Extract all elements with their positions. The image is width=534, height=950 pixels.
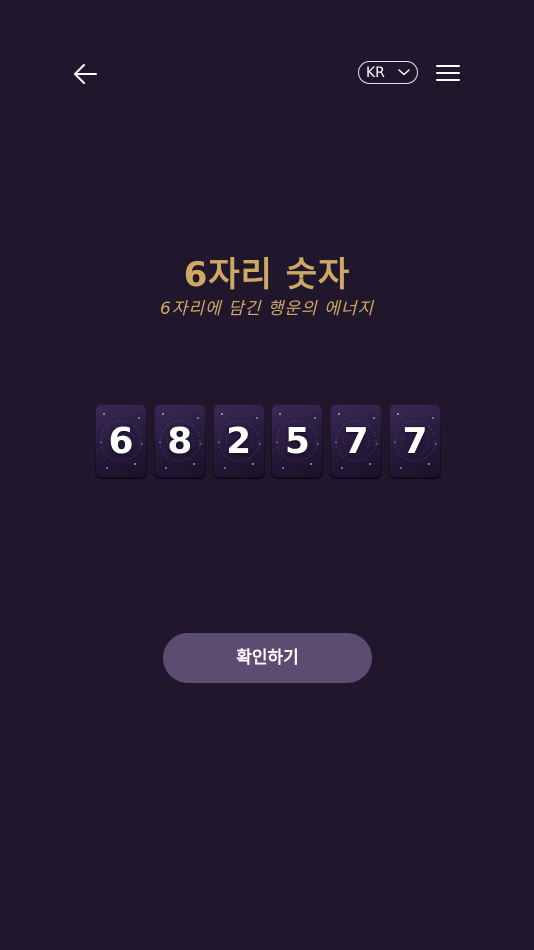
number-card: 6 xyxy=(95,404,147,478)
card-digit: 6 xyxy=(108,421,134,462)
page-subtitle: 6자리에 담긴 행운의 에너지 xyxy=(159,299,375,319)
number-card: 7 xyxy=(330,404,383,478)
language-label: KR xyxy=(366,64,385,81)
card-digit: 8 xyxy=(167,421,193,462)
card-digit: 5 xyxy=(284,421,310,462)
number-card: 8 xyxy=(153,404,206,478)
number-card: 7 xyxy=(388,404,441,478)
card-digit: 7 xyxy=(343,421,369,462)
card-digit: 2 xyxy=(226,421,252,462)
number-cards: 6 8 2 5 7 7 xyxy=(95,404,441,480)
arrow-left-icon xyxy=(74,64,97,84)
hamburger-menu-icon xyxy=(436,65,460,81)
number-card: 5 xyxy=(271,404,324,478)
card-digit: 7 xyxy=(402,421,428,462)
back-button[interactable] xyxy=(70,60,100,88)
confirm-button[interactable]: 확인하기 xyxy=(163,633,372,683)
page-title: 6자리 숫자 xyxy=(183,255,351,295)
number-card: 2 xyxy=(212,404,265,478)
chevron-down-icon xyxy=(398,69,410,76)
menu-button[interactable] xyxy=(434,62,462,84)
language-selector[interactable]: KR xyxy=(358,61,418,84)
